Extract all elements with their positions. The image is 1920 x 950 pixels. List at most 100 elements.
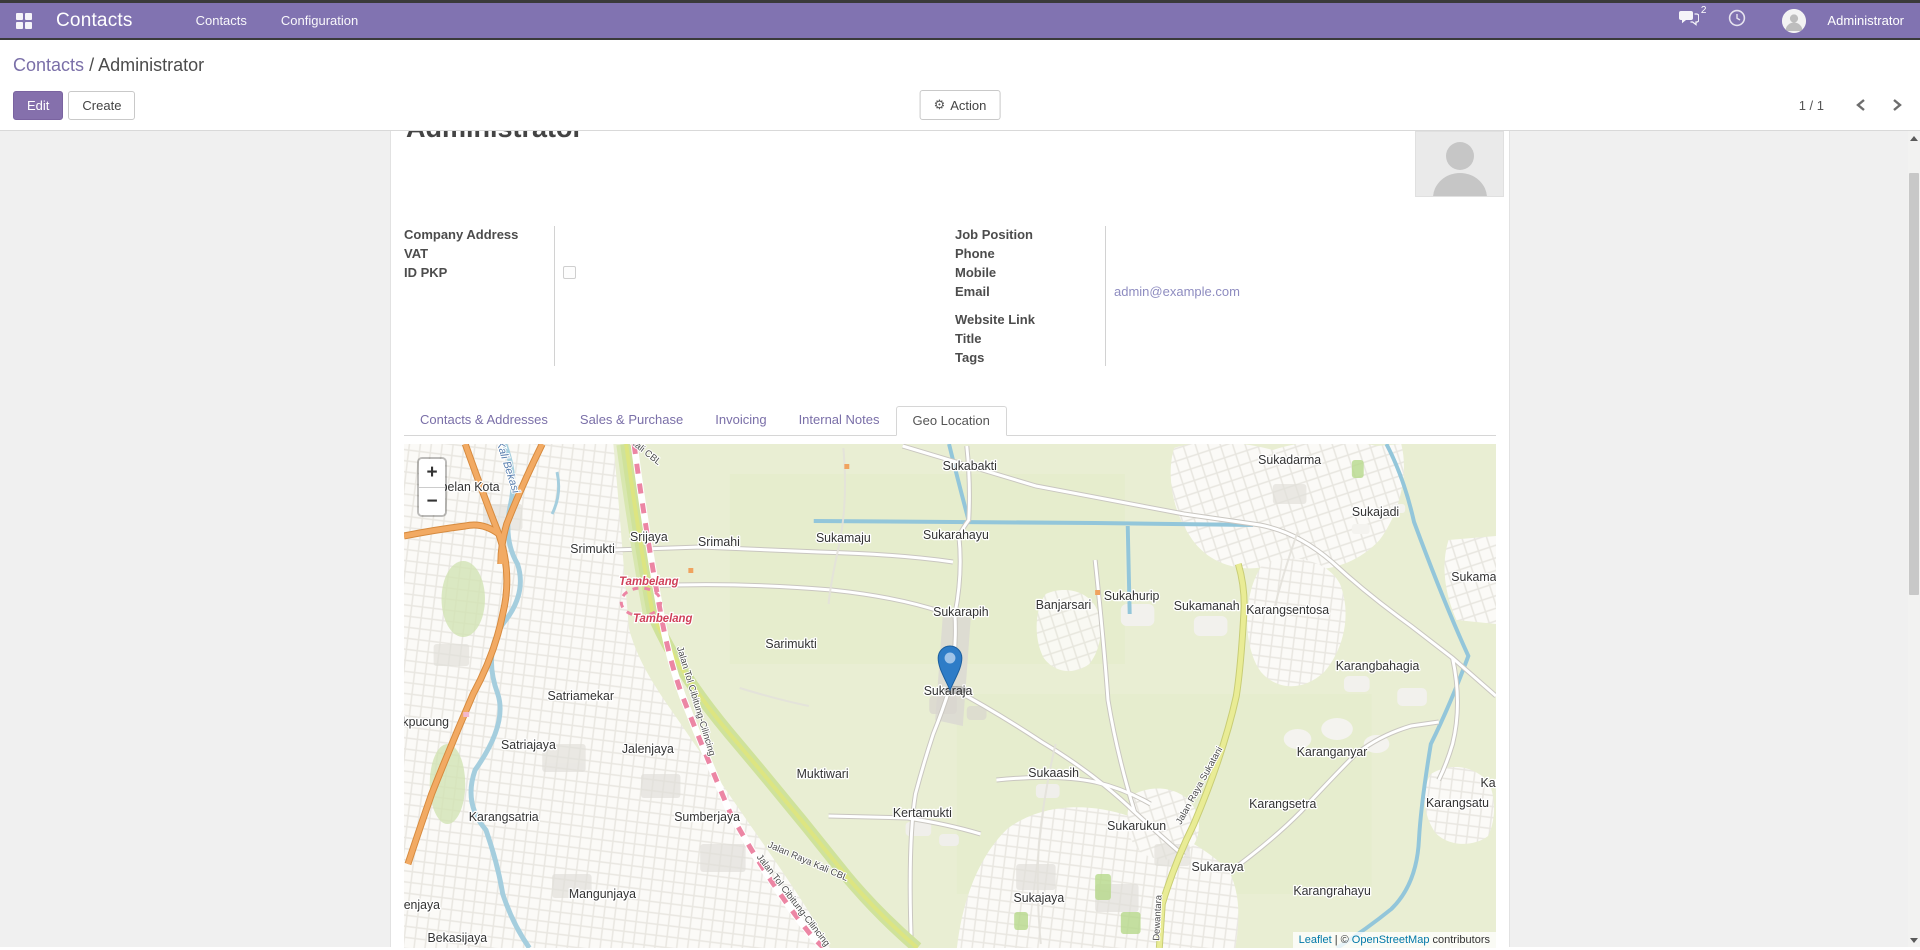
record-title: Administrator	[406, 131, 1496, 142]
menu-configuration[interactable]: Configuration	[268, 3, 371, 38]
gear-icon: ⚙	[934, 97, 946, 113]
map-label: Kertamukti	[893, 806, 952, 820]
tab-internal-notes[interactable]: Internal Notes	[783, 406, 896, 435]
field-group-left: Company Address VAT ID PKP	[404, 225, 955, 367]
field-row: VAT	[404, 244, 955, 263]
field-row: Title	[955, 329, 1496, 348]
geo-location-map[interactable]: belan KotaSukabaktiSukadarmaSukajadiSrij…	[404, 444, 1496, 948]
map-label: kpucung	[404, 715, 449, 729]
map-label: Sukahurip	[1104, 589, 1160, 603]
field-row: Website Link	[955, 310, 1496, 329]
breadcrumb-divider: /	[89, 55, 98, 75]
pager-next-icon[interactable]	[1890, 96, 1904, 114]
map-label: Satriajaya	[501, 738, 556, 752]
notebook-tabs: Contacts & Addresses Sales & Purchase In…	[404, 406, 1496, 436]
map-label: Karangsatria	[469, 810, 539, 824]
map-label: Bekasijaya	[428, 931, 488, 945]
map-label: belan Kota	[441, 480, 500, 494]
leaflet-link[interactable]: Leaflet	[1299, 934, 1332, 946]
map-label: Srimahi	[698, 535, 740, 549]
map-label: Karangsentosa	[1246, 603, 1329, 617]
pager-value: 1 / 1	[1799, 98, 1824, 113]
breadcrumb-current: Administrator	[98, 55, 204, 75]
chat-bubbles-icon	[1679, 10, 1699, 31]
map-label: Mangunjaya	[569, 887, 636, 901]
map-label: Srimukti	[570, 542, 615, 556]
tab-geo-location[interactable]: Geo Location	[896, 406, 1007, 436]
field-label-mobile: Mobile	[955, 265, 1105, 280]
map-label: Sukabakti	[943, 459, 997, 473]
map-label: Karangrahayu	[1293, 884, 1371, 898]
map-label: Sukajadi	[1352, 505, 1399, 519]
field-label-phone: Phone	[955, 246, 1105, 261]
user-menu[interactable]: Administrator	[1827, 13, 1904, 28]
navbar: Contacts Contacts Configuration 2	[0, 3, 1920, 40]
field-row: Tags	[955, 348, 1496, 367]
create-button[interactable]: Create	[68, 91, 135, 120]
messages-button[interactable]: 2	[1679, 10, 1705, 31]
group-separator-line	[1105, 226, 1106, 366]
apps-menu-icon[interactable]	[16, 13, 32, 29]
zoom-out-button[interactable]: −	[419, 487, 445, 515]
openstreetmap-link[interactable]: OpenStreetMap	[1352, 934, 1430, 946]
field-label-website-link: Website Link	[955, 312, 1105, 327]
id-pkp-checkbox[interactable]	[563, 266, 576, 279]
map-label: Banjarsari	[1036, 598, 1092, 612]
field-label-id-pkp: ID PKP	[404, 265, 554, 280]
control-panel: Contacts / Administrator Edit Create ⚙ A…	[0, 40, 1920, 131]
form-sheet: Administrator Company Address VAT	[390, 131, 1510, 947]
map-label: Karangsetra	[1249, 797, 1316, 811]
map-label: Tambelang	[619, 576, 678, 588]
scrollbar-up-icon[interactable]	[1908, 131, 1920, 145]
field-label-email: Email	[955, 284, 1105, 299]
field-row: Job Position	[955, 225, 1496, 244]
pager: 1 / 1	[1799, 96, 1904, 114]
field-group-right: Job Position Phone Mobile Email admin@ex…	[955, 225, 1496, 367]
map-label: Srijaya	[630, 530, 668, 544]
scrollbar-thumb[interactable]	[1909, 173, 1919, 595]
edit-button[interactable]: Edit	[13, 91, 63, 120]
tab-sales-purchase[interactable]: Sales & Purchase	[564, 406, 699, 435]
email-value-link[interactable]: admin@example.com	[1105, 284, 1240, 299]
map-label: Sukaraya	[1192, 860, 1244, 874]
clock-icon	[1728, 9, 1746, 32]
field-row: ID PKP	[404, 263, 955, 282]
user-avatar[interactable]	[1782, 9, 1806, 33]
contact-photo-placeholder	[1415, 131, 1504, 197]
map-canvas: belan KotaSukabaktiSukadarmaSukajadiSrij…	[404, 444, 1496, 948]
field-row: Mobile	[955, 263, 1496, 282]
tab-contacts-addresses[interactable]: Contacts & Addresses	[404, 406, 564, 435]
map-label: Kar	[1480, 776, 1496, 790]
map-label: Sukajaya	[1014, 891, 1065, 905]
map-label: Karanganyar	[1297, 745, 1368, 759]
menu-contacts[interactable]: Contacts	[183, 3, 260, 38]
map-label: Muktiwari	[797, 767, 849, 781]
group-separator-line	[554, 226, 555, 366]
attribution-suffix: contributors	[1433, 934, 1490, 946]
map-label: Sukarahayu	[923, 528, 989, 542]
action-button[interactable]: ⚙ Action	[920, 90, 1001, 120]
map-attribution: Leaflet | © OpenStreetMap contributors	[1293, 932, 1496, 948]
map-label: Sukarukun	[1107, 819, 1166, 833]
field-label-vat: VAT	[404, 246, 554, 261]
control-panel-buttons: Edit Create	[13, 91, 135, 120]
map-label: Karangbahagia	[1336, 659, 1420, 673]
tab-invoicing[interactable]: Invoicing	[699, 406, 782, 435]
map-zoom-control: + −	[417, 457, 447, 517]
record-title-clipped: Administrator	[404, 131, 1496, 142]
app-title: Contacts	[56, 10, 133, 32]
field-label-company-address: Company Address	[404, 227, 554, 242]
map-label: Sumberjaya	[674, 810, 740, 824]
field-spacer	[955, 301, 1496, 310]
map-label: Sarimukti	[765, 637, 816, 651]
breadcrumb-parent-link[interactable]: Contacts	[13, 55, 84, 75]
zoom-in-button[interactable]: +	[419, 459, 445, 487]
activities-button[interactable]	[1728, 9, 1746, 32]
vertical-scrollbar[interactable]	[1908, 131, 1920, 947]
nav-menu: Contacts Configuration	[183, 3, 372, 38]
navbar-right: 2 Administrator	[1679, 9, 1904, 33]
scrollbar-down-icon[interactable]	[1908, 933, 1920, 947]
map-label: Sukamanah	[1174, 599, 1240, 613]
map-label: Tambelang	[633, 613, 692, 625]
pager-previous-icon[interactable]	[1854, 96, 1868, 114]
